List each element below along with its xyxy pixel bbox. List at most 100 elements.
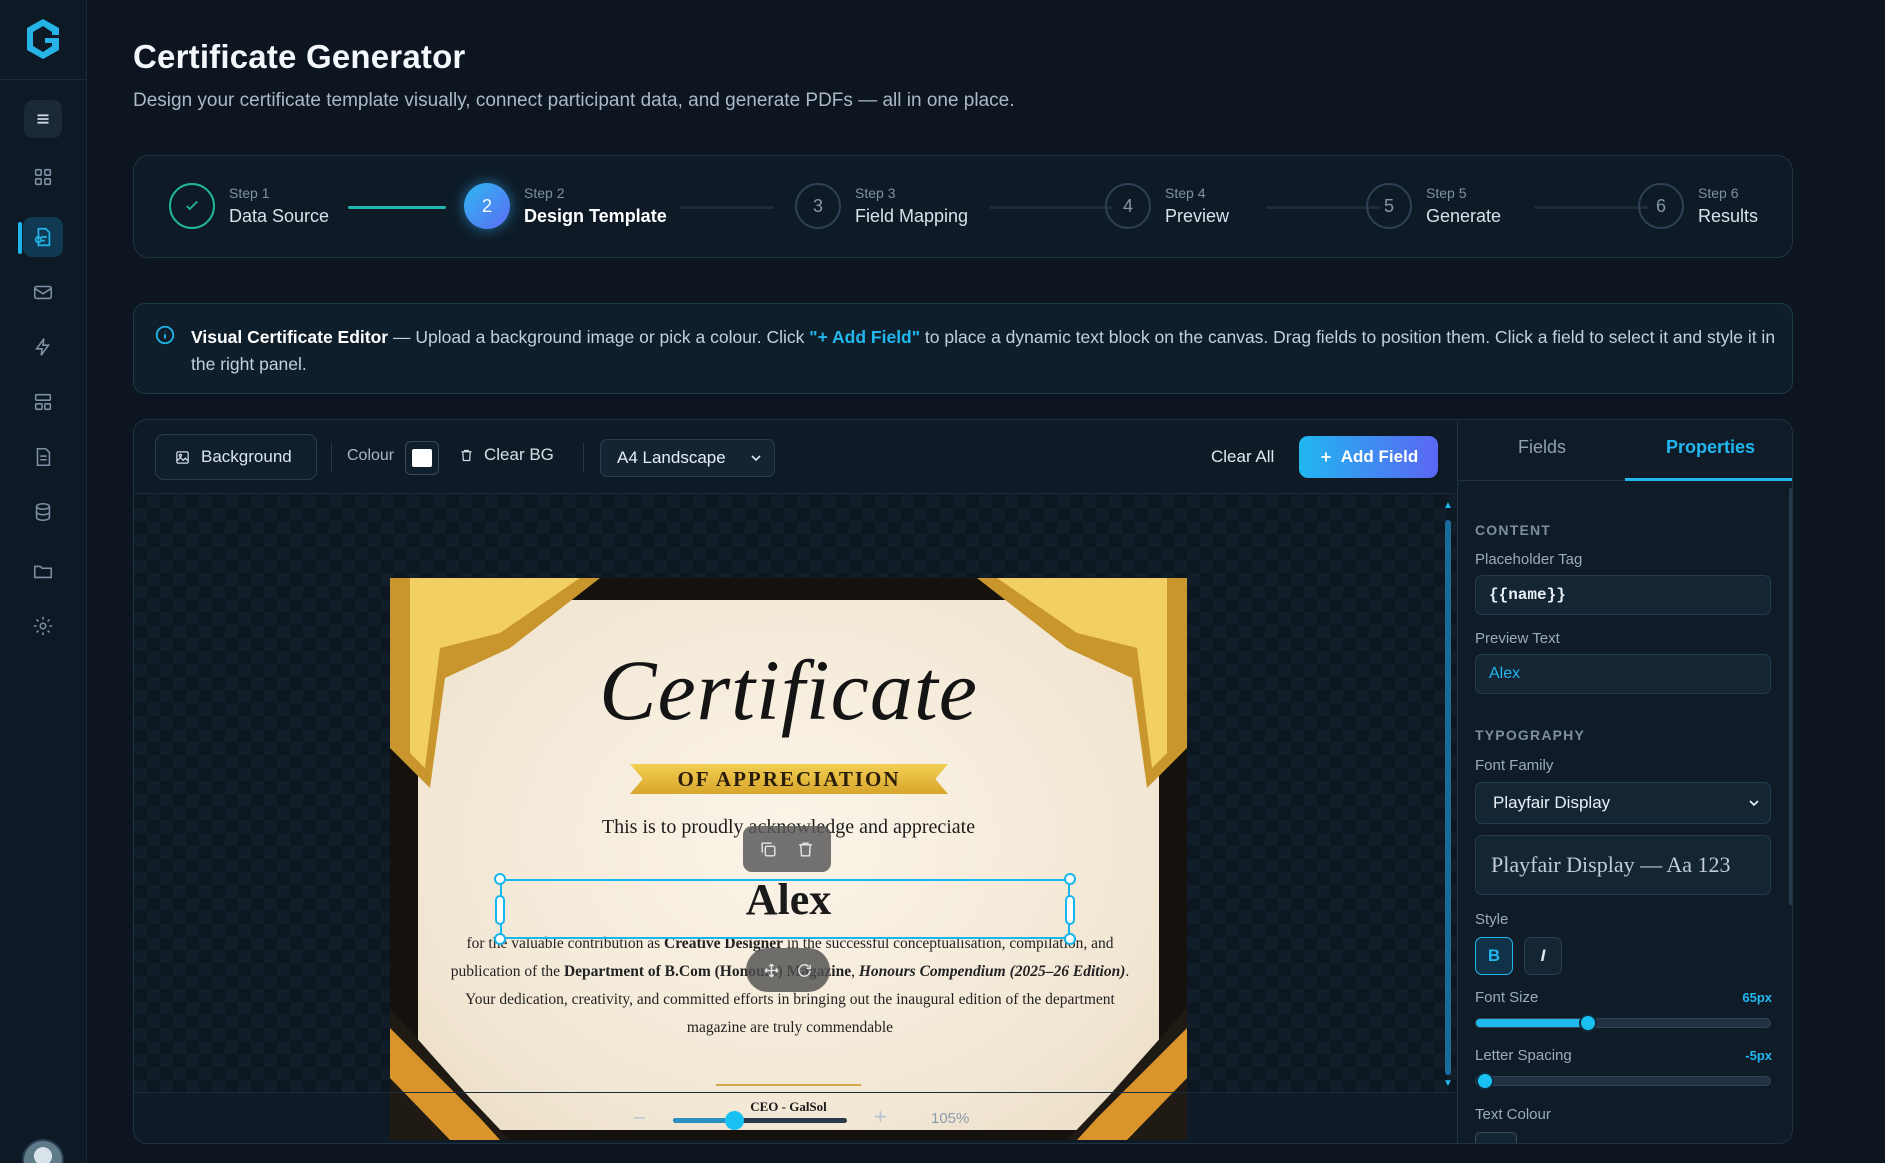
scroll-thumb[interactable] [1445,520,1451,1075]
info-icon [155,325,175,345]
canvas-scrollbar[interactable]: ▲ ▼ [1443,500,1453,1089]
certificate-ribbon: OF APPRECIATION [630,764,948,794]
tab-fields[interactable]: Fields [1518,437,1566,458]
sidebar-item-documents[interactable] [23,437,63,477]
zoom-in-button[interactable]: + [874,1104,887,1130]
duplicate-icon[interactable] [759,840,778,859]
app-logo[interactable] [19,15,67,63]
sidebar-item-templates[interactable] [23,382,63,422]
letter-spacing-slider-thumb[interactable] [1476,1072,1494,1090]
step-label: Design Template [524,206,667,226]
body-text-3: , [851,963,859,980]
body-work: Honours Compendium (2025–26 Edition) [858,963,1126,980]
sidebar-item-database[interactable] [23,492,63,532]
background-button[interactable]: Background [155,434,317,480]
zoom-slider-thumb[interactable] [724,1111,744,1130]
step-number-text: Step 2 [524,185,565,201]
step-number-badge: 3 [795,183,841,229]
resize-handle-right[interactable] [1065,895,1075,925]
step-number-badge: 5 [1366,183,1412,229]
letter-spacing-value: -5px [1745,1048,1772,1063]
certificate-icon [34,227,51,247]
sidebar-item-automation[interactable] [23,327,63,367]
user-avatar[interactable] [22,1139,64,1163]
sidebar-item-folders[interactable] [23,551,63,591]
resize-handle-top-left[interactable] [494,873,506,885]
clear-bg-label: Clear BG [484,445,554,464]
step-connector-2 [680,206,774,209]
resize-handle-top-right[interactable] [1064,873,1076,885]
chevron-down-icon [1749,800,1759,807]
step-number-badge: 2 [464,183,510,229]
certificate-canvas[interactable]: Certificate OF APPRECIATION This is to p… [390,578,1187,1140]
background-button-label: Background [201,447,292,466]
text-colour-picker[interactable] [1475,1132,1517,1143]
clear-all-button[interactable]: Clear All [1211,447,1274,467]
rotate-icon[interactable] [796,962,813,979]
step-number-badge: 4 [1105,183,1151,229]
document-icon [36,447,51,467]
delete-icon[interactable] [796,840,815,859]
page-size-value: A4 Landscape [617,448,726,467]
menu-toggle-button[interactable] [24,100,62,138]
grid-icon [34,168,52,186]
add-field-button[interactable]: Add Field [1299,436,1438,478]
certificate-editor: Background Colour Clear BG A4 Landscape … [133,419,1793,1144]
sidebar-item-settings[interactable] [23,606,63,646]
preview-text-input[interactable]: Alex [1475,654,1771,694]
page-title: Certificate Generator [133,38,466,75]
sidebar-item-certificates[interactable] [23,217,63,257]
page-subtitle: Design your certificate template visuall… [133,90,1015,111]
step-connector-5 [1534,206,1649,209]
zoom-out-button[interactable]: – [634,1106,645,1129]
step-number-text: Step 6 [1698,185,1739,201]
step-number-badge: 6 [1638,183,1684,229]
step-label: Results [1698,206,1759,226]
scroll-up-arrow[interactable]: ▲ [1443,500,1453,511]
info-banner: Visual Certificate Editor — Upload a bac… [133,303,1793,394]
colour-picker[interactable] [405,441,439,475]
panel-scrollbar[interactable] [1789,488,1792,905]
editor-toolbar: Background Colour Clear BG A4 Landscape … [134,420,1456,494]
resize-handle-left[interactable] [495,895,505,925]
text-colour-label: Text Colour [1475,1106,1551,1123]
step-number-text: Step 5 [1426,185,1467,201]
font-family-value: Playfair Display [1493,793,1611,812]
step-connector-1 [348,206,446,209]
image-icon [176,450,189,464]
colour-swatch [412,449,432,467]
placeholder-tag-label: Placeholder Tag [1475,551,1583,568]
sidebar-item-dashboard[interactable] [23,157,63,197]
active-tab-indicator [1625,478,1792,481]
move-icon[interactable] [763,962,780,979]
step-connector-3 [989,206,1113,209]
font-size-slider-thumb[interactable] [1579,1014,1597,1032]
mail-icon [33,285,53,300]
font-size-value: 65px [1742,990,1772,1005]
bold-toggle[interactable]: B [1475,937,1513,975]
zoom-slider[interactable] [673,1111,847,1130]
scroll-down-arrow[interactable]: ▼ [1443,1078,1453,1089]
selected-field-box[interactable] [494,873,1076,945]
clear-bg-button[interactable]: Clear BG [459,445,554,465]
font-size-slider[interactable] [1475,1014,1771,1032]
resize-handle-bottom-right[interactable] [1064,933,1076,945]
placeholder-tag-input[interactable]: {{name}} [1475,575,1771,615]
field-action-toolbar [743,826,831,872]
info-title: Visual Certificate Editor [191,327,389,347]
sidebar-item-mail[interactable] [23,272,63,312]
italic-toggle[interactable]: I [1524,937,1562,975]
step-label: Data Source [229,206,330,226]
style-label: Style [1475,911,1509,928]
tab-properties[interactable]: Properties [1666,437,1755,458]
canvas-area[interactable]: Certificate OF APPRECIATION This is to p… [134,495,1456,1140]
toolbar-divider [331,442,332,472]
zoom-level-value: 105% [931,1110,970,1127]
step-label: Preview [1165,206,1230,226]
font-family-select[interactable]: Playfair Display [1475,782,1771,824]
step-number-text: Step 3 [855,185,896,201]
page-size-select[interactable]: A4 Landscape [600,439,775,477]
letter-spacing-slider[interactable] [1475,1072,1771,1090]
resize-handle-bottom-left[interactable] [494,933,506,945]
chevron-down-icon [751,455,761,462]
